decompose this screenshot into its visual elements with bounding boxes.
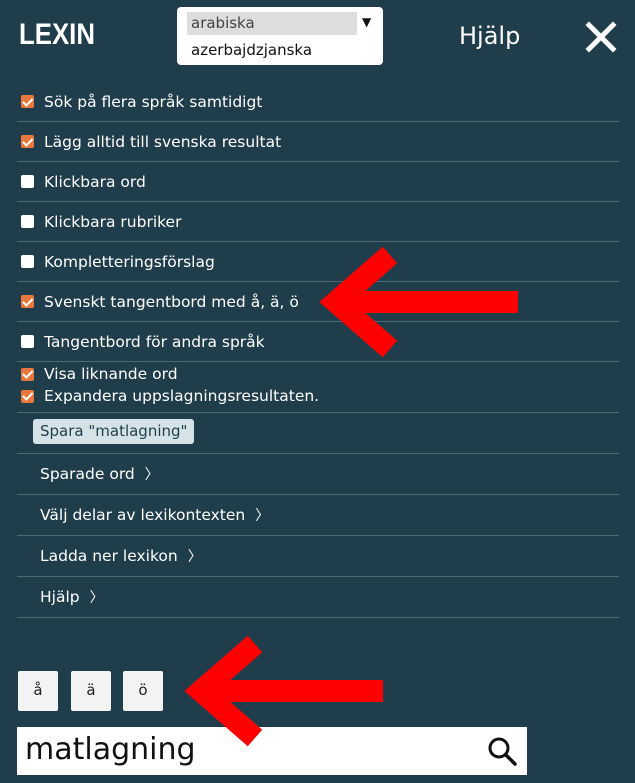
setting-other-keyboard[interactable]: Tangentbord för andra språk bbox=[17, 322, 619, 362]
setting-label: Tangentbord för andra språk bbox=[44, 332, 265, 351]
chevron-right-icon: 〉 bbox=[89, 590, 104, 606]
link-label: Hjälp bbox=[40, 588, 80, 606]
checkbox-swedish-keyboard[interactable] bbox=[21, 295, 34, 308]
link-label: Välj delar av lexikontexten bbox=[40, 506, 246, 524]
checkbox-always-swedish[interactable] bbox=[21, 135, 34, 148]
key-a-umlaut[interactable]: ä bbox=[71, 671, 111, 711]
save-word-button[interactable]: Spara "matlagning" bbox=[33, 419, 195, 444]
chevron-right-icon: 〉 bbox=[255, 508, 270, 524]
key-a-ring[interactable]: å bbox=[18, 671, 58, 711]
checkbox-clickable-words[interactable] bbox=[21, 175, 34, 188]
link-help[interactable]: Hjälp 〉 bbox=[17, 577, 619, 618]
checkbox-multi-language[interactable] bbox=[21, 95, 34, 108]
link-saved-words[interactable]: Sparade ord 〉 bbox=[17, 454, 619, 495]
search-box[interactable]: matlagning bbox=[17, 727, 527, 775]
language-option-arabiska[interactable]: arabiska bbox=[187, 12, 357, 35]
setting-autocomplete[interactable]: Kompletteringsförslag bbox=[17, 242, 619, 282]
setting-label: Svenskt tangentbord med å, ä, ö bbox=[44, 292, 299, 311]
search-icon[interactable] bbox=[487, 736, 517, 766]
chevron-right-icon: 〉 bbox=[144, 467, 159, 483]
setting-clickable-headings[interactable]: Klickbara rubriker bbox=[17, 202, 619, 242]
setting-expand-results[interactable]: Expandera uppslagningsresultaten. bbox=[17, 385, 619, 407]
checkbox-autocomplete[interactable] bbox=[21, 255, 34, 268]
checkbox-similar-words[interactable] bbox=[21, 367, 34, 381]
settings-panel: Sök på flera språk samtidigt Lägg alltid… bbox=[17, 82, 619, 618]
language-option-azerbajdzjanska[interactable]: azerbajdzjanska bbox=[191, 39, 312, 61]
setting-label: Lägg alltid till svenska resultat bbox=[44, 132, 282, 151]
setting-similar-words[interactable]: Visa liknande ord bbox=[17, 363, 619, 385]
chevron-right-icon: 〉 bbox=[187, 549, 202, 565]
setting-always-swedish[interactable]: Lägg alltid till svenska resultat bbox=[17, 122, 619, 162]
link-label: Sparade ord bbox=[40, 465, 135, 483]
checkbox-expand-results[interactable] bbox=[21, 389, 34, 403]
lexin-logo[interactable]: LEXIN bbox=[19, 18, 95, 52]
search-input[interactable]: matlagning bbox=[25, 732, 196, 767]
setting-clickable-words[interactable]: Klickbara ord bbox=[17, 162, 619, 202]
dropdown-arrow-icon[interactable]: ▼ bbox=[362, 15, 371, 29]
save-row: Spara "matlagning" bbox=[17, 413, 619, 454]
checkbox-clickable-headings[interactable] bbox=[21, 215, 34, 228]
setting-label: Sök på flera språk samtidigt bbox=[44, 92, 263, 111]
checkbox-other-keyboard[interactable] bbox=[21, 335, 34, 348]
close-icon[interactable] bbox=[584, 20, 618, 54]
help-title: Hjälp bbox=[459, 22, 521, 50]
setting-swedish-keyboard[interactable]: Svenskt tangentbord med å, ä, ö bbox=[17, 282, 619, 322]
setting-label: Kompletteringsförslag bbox=[44, 252, 215, 271]
setting-label: Expandera uppslagningsresultaten. bbox=[44, 387, 320, 405]
setting-label: Visa liknande ord bbox=[44, 365, 178, 383]
link-download-lexicon[interactable]: Ladda ner lexikon 〉 bbox=[17, 536, 619, 577]
setting-group-display: Visa liknande ord Expandera uppslagnings… bbox=[17, 362, 619, 413]
setting-multi-language[interactable]: Sök på flera språk samtidigt bbox=[17, 82, 619, 122]
link-select-lexicon-parts[interactable]: Välj delar av lexikontexten 〉 bbox=[17, 495, 619, 536]
setting-label: Klickbara ord bbox=[44, 172, 146, 191]
key-o-umlaut[interactable]: ö bbox=[123, 671, 163, 711]
link-label: Ladda ner lexikon bbox=[40, 547, 178, 565]
language-select[interactable]: arabiska azerbajdzjanska ▼ bbox=[177, 7, 383, 65]
setting-label: Klickbara rubriker bbox=[44, 212, 182, 231]
